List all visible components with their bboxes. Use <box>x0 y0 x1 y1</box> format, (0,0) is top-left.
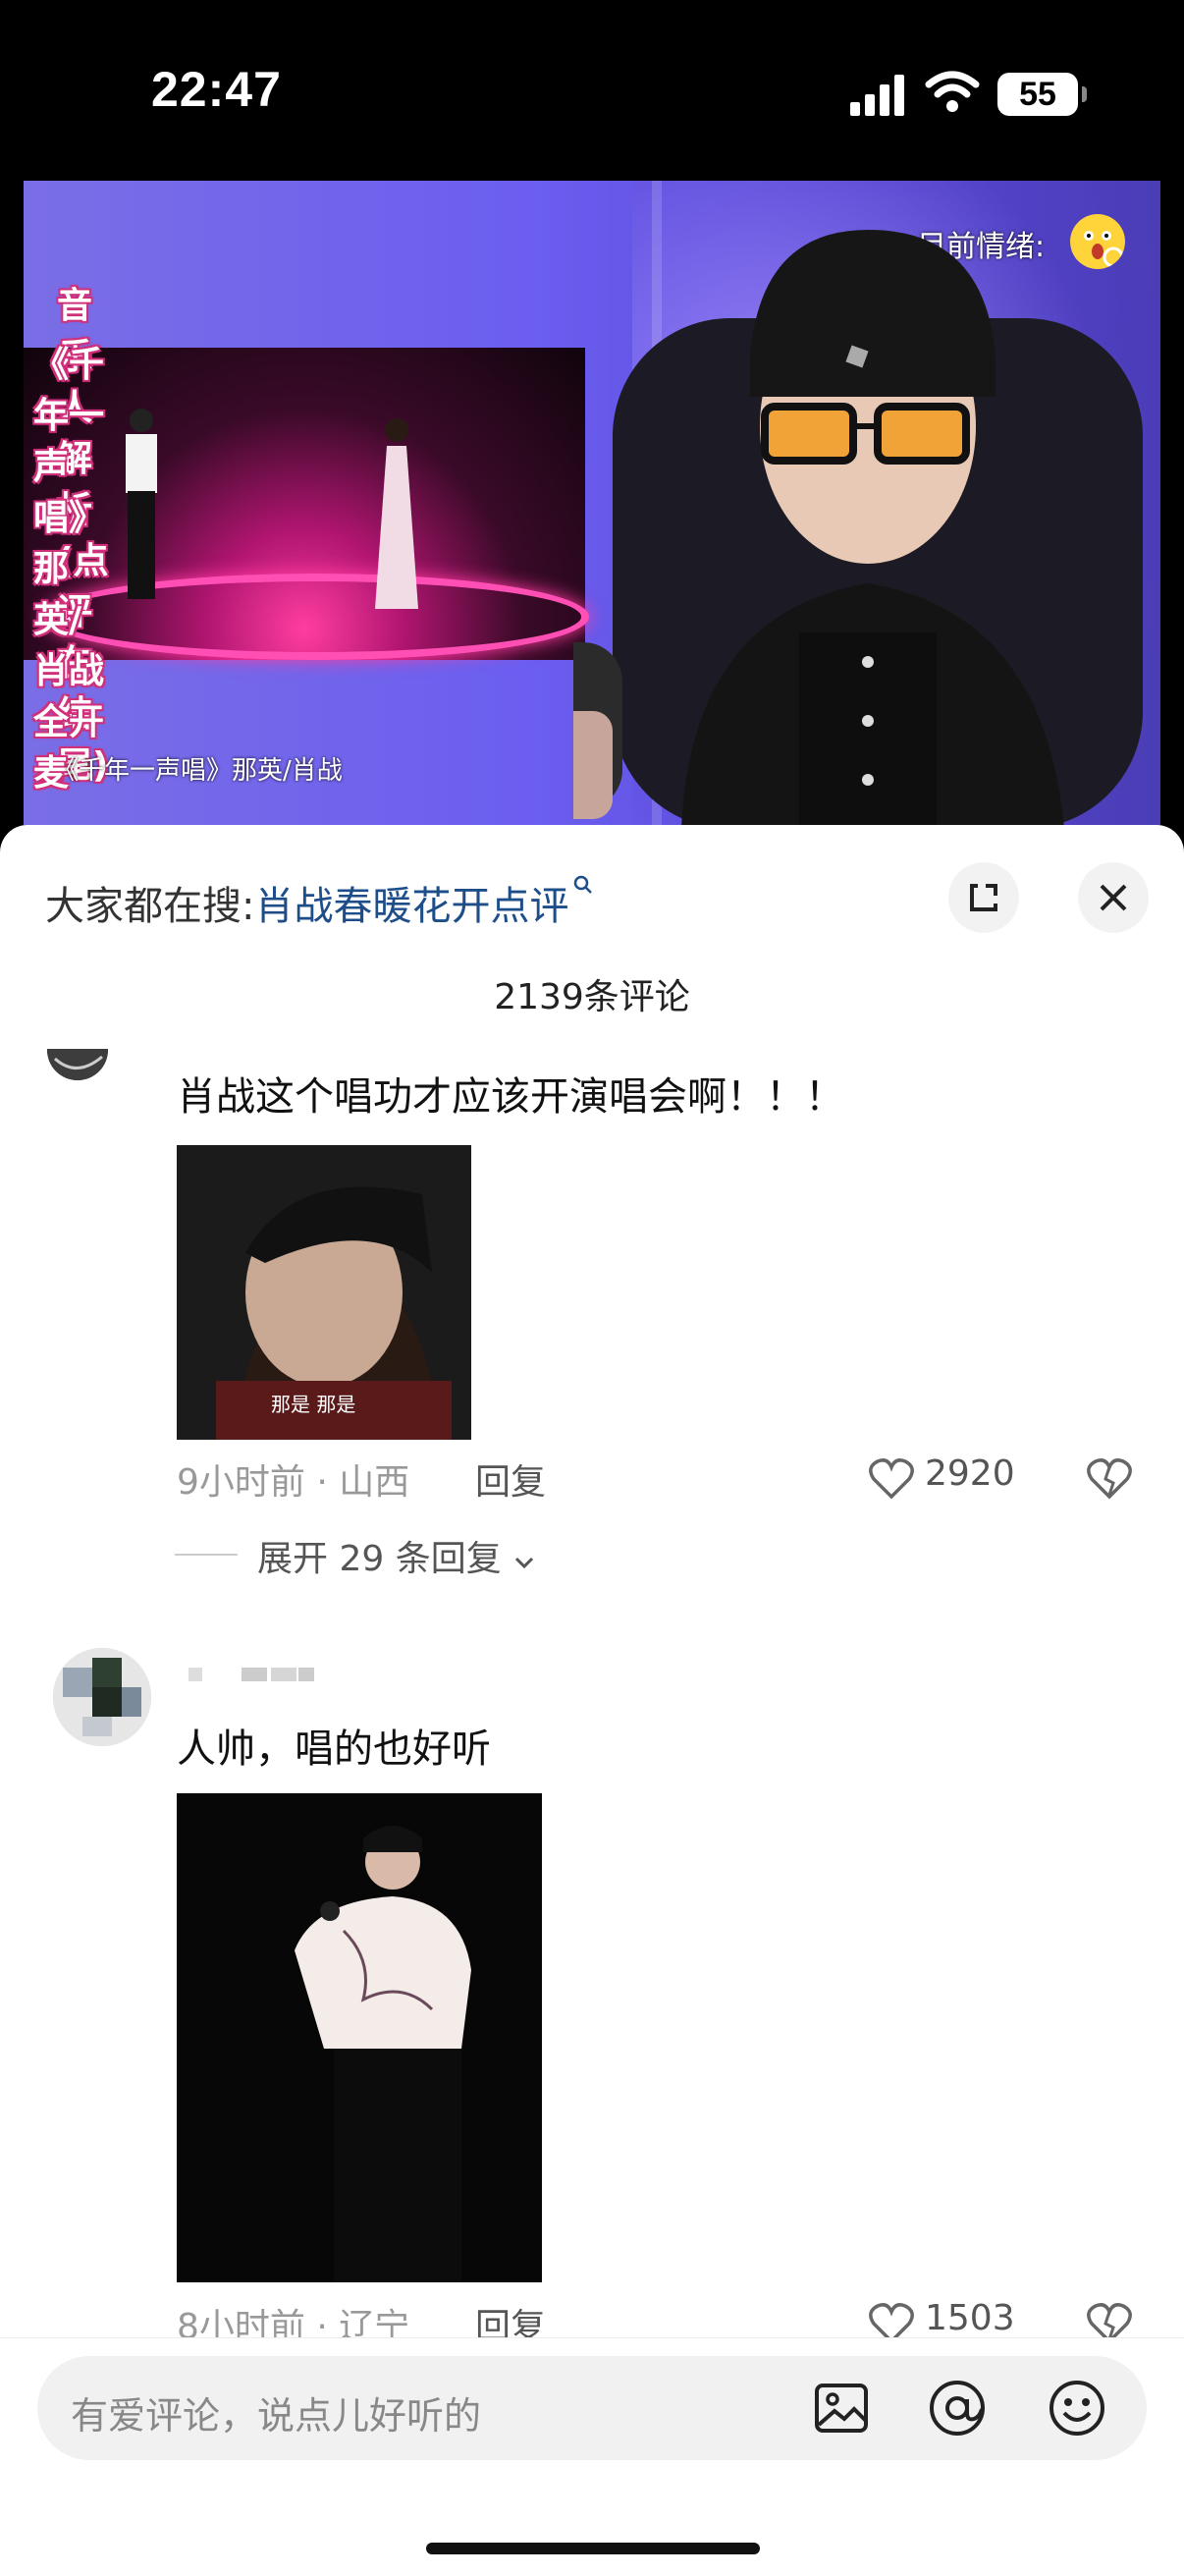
image-icon[interactable] <box>811 2378 872 2439</box>
signal-icon <box>850 75 904 116</box>
video-title-line2: 《千年一声唱》那英/肖战全开麦 <box>33 345 105 794</box>
trending-search-prefix: 大家都在搜: <box>45 884 255 929</box>
fullscreen-button[interactable] <box>948 862 1019 933</box>
dislike-icon[interactable] <box>1086 1457 1133 1501</box>
comment-input-placeholder: 有爱评论，说点儿好听的 <box>71 2394 482 2438</box>
chevron-down-icon <box>515 1557 534 1569</box>
singer-figure <box>375 418 418 609</box>
reply-button[interactable]: 回复 <box>475 1453 546 1505</box>
expand-replies-button[interactable]: 展开 29 条回复 <box>257 1530 536 1581</box>
status-time: 22:47 <box>151 62 282 117</box>
expand-replies-label: 展开 29 条回复 <box>257 1539 502 1579</box>
close-icon <box>1100 884 1127 911</box>
comment-meta: 9小时前 · 山西 <box>177 1462 410 1503</box>
streamer-figure <box>573 230 1143 825</box>
comment-text: 肖战这个唱功才应该开演唱会啊！！！ <box>177 1074 844 1120</box>
like-count: 1503 <box>925 2298 1015 2338</box>
comment-count: 2139条评论 <box>494 977 690 1017</box>
home-indicator[interactable] <box>426 2543 760 2554</box>
trending-search-keyword[interactable]: 肖战春暖花开点评 <box>254 884 568 929</box>
search-icon <box>574 875 593 894</box>
comment-image[interactable]: 那是 那是 <box>177 1145 471 1440</box>
like-count: 2920 <box>925 1453 1015 1494</box>
video-caption: 《千年一声唱》那英/肖战 <box>53 756 343 786</box>
status-bar: 22:47 55 <box>0 0 1184 177</box>
trending-search[interactable]: 大家都在搜:肖战春暖花开点评 <box>45 874 594 931</box>
comment-sheet: 大家都在搜:肖战春暖花开点评 2139条评论 肖战这个唱功才应该开演唱会啊！！！… <box>0 825 1184 2575</box>
heart-icon[interactable] <box>868 1457 915 1501</box>
wifi-icon <box>925 71 980 112</box>
singer-figure <box>126 409 157 599</box>
close-button[interactable] <box>1078 862 1149 933</box>
video-player[interactable]: 音乐人解析(点评在结尾) 《千年一声唱》那英/肖战全开麦 目前情绪: 《千年一声… <box>24 181 1160 825</box>
avatar[interactable] <box>53 1648 151 1746</box>
emoji-icon[interactable] <box>1047 2378 1107 2439</box>
username-blurred <box>188 1668 314 1681</box>
comment-image-caption: 那是 那是 <box>271 1393 356 1416</box>
expand-icon <box>970 884 997 911</box>
comment-image[interactable] <box>177 1793 542 2282</box>
comment-text: 人帅，唱的也好听 <box>177 1726 491 1772</box>
avatar[interactable] <box>47 1049 108 1080</box>
battery-indicator: 55 <box>997 73 1087 116</box>
comment-input-bar: 有爱评论，说点儿好听的 <box>0 2337 1184 2576</box>
at-icon[interactable] <box>927 2378 988 2439</box>
